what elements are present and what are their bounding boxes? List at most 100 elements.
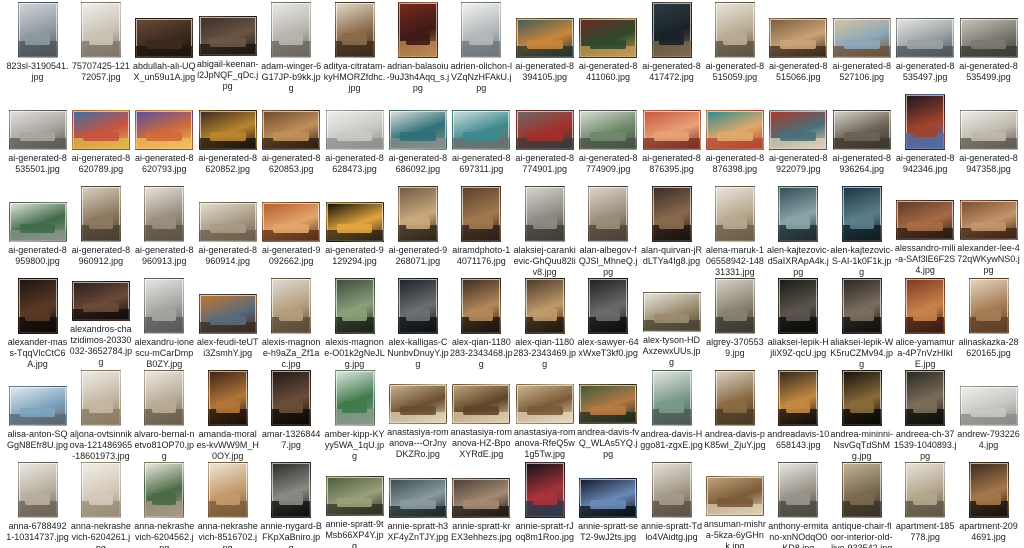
file-item[interactable]: amanda-morales-kvWW9M_H0OY.jpg	[196, 370, 259, 461]
file-item[interactable]: algrey-3705539.jpg	[703, 278, 766, 368]
file-item[interactable]: ai-generated-8620789.jpg	[69, 94, 132, 184]
file-item[interactable]: alexander-lee-472qWKywNS0.jpg	[957, 186, 1020, 276]
file-item[interactable]: 75707425-12172057.jpg	[69, 2, 132, 92]
file-item[interactable]: alex-feudi-teUTi3ZsmhY.jpg	[196, 278, 259, 368]
file-item[interactable]: annie-spratt-9tMsb66XP4Y.jpg	[323, 462, 386, 548]
file-item[interactable]: adrian-balasoiu-9uJ3h4Aqq_s.jpg	[386, 2, 449, 93]
file-item[interactable]: apartment-185778.jpg	[894, 462, 957, 548]
file-item[interactable]: alex-sawyer-64xWxeT3kf0.jpg	[577, 278, 640, 368]
file-item[interactable]: alexis-magnone-O01k2gNeJLg.jpg	[323, 278, 386, 369]
file-item[interactable]: ai-generated-8922079.jpg	[767, 94, 830, 184]
file-item[interactable]: andrea-davis-pK85wl_ZjuY.jpg	[703, 370, 766, 460]
file-item[interactable]: alan-quirvan-jRdLTYa4Ig8.jpg	[640, 186, 703, 276]
file-item[interactable]: ai-generated-8936264.jpg	[830, 94, 893, 184]
file-item[interactable]: annie-spratt-Tdlo4VAidtg.jpg	[640, 462, 703, 548]
thumbnail-furniture-shape	[532, 217, 557, 230]
file-item[interactable]: abdullah-ali-UQX_un59u1A.jpg	[133, 2, 196, 92]
file-item[interactable]: ai-generated-8535497.jpg	[894, 2, 957, 92]
file-item[interactable]: ai-generated-8527106.jpg	[830, 2, 893, 92]
file-item[interactable]: ansuman-mishra-5kza-6yGHnk.jpg	[703, 462, 766, 548]
file-item[interactable]: antique-chair-floor-interior-old-live-93…	[830, 462, 893, 548]
file-item[interactable]: alexandru-ionescu-mCarDmpB0ZY.jpg	[133, 278, 196, 369]
file-item[interactable]: alex-qian-1180283-2343469.jpg	[513, 278, 576, 369]
file-item[interactable]: ai-generated-8620853.jpg	[260, 94, 323, 184]
file-item[interactable]: ai-generated-8959800.jpg	[6, 186, 69, 276]
file-item[interactable]: ai-generated-9129294.jpg	[323, 186, 386, 276]
file-item[interactable]: alexander-mass-TqqVlcCtC6A.jpg	[6, 278, 69, 369]
file-item[interactable]: ai-generated-9092662.jpg	[260, 186, 323, 276]
file-item[interactable]: alex-tyson-HDAxzewxUUs.jpg	[640, 278, 703, 368]
file-item[interactable]: ai-generated-9268071.jpg	[386, 186, 449, 276]
thumbnail-furniture-shape	[469, 217, 494, 230]
file-item[interactable]: 823sl-3190541.jpg	[6, 2, 69, 92]
file-item[interactable]: andrea-mininni-NsvGqTdShMg.jpg	[830, 370, 893, 461]
file-item[interactable]: aliaksei-lepik-HjliX9Z-qcU.jpg	[767, 278, 830, 368]
file-item[interactable]: alen-kajtezovic-S-AI-1k0F1k.jpg	[830, 186, 893, 277]
file-item[interactable]: ai-generated-8411060.jpg	[577, 2, 640, 92]
file-item[interactable]: ai-generated-8942346.jpg	[894, 94, 957, 184]
file-item[interactable]: alvaro-bernal-netvo81OP70.jpg	[133, 370, 196, 461]
file-item[interactable]: anna-67884921-10314737.jpg	[6, 462, 69, 548]
file-item[interactable]: alan-albegov-fQJSl_MhneQ.jpg	[577, 186, 640, 277]
file-item[interactable]: ai-generated-8960913.jpg	[133, 186, 196, 276]
file-item[interactable]: ai-generated-8515066.jpg	[767, 2, 830, 92]
file-item[interactable]: airamdphoto-14071176.jpg	[450, 186, 513, 276]
file-item[interactable]: andrea-davis-Hggo81-zgxE.jpg	[640, 370, 703, 460]
file-item[interactable]: anastasiya-romanova-RfeQ5w1g5Tw.jpg	[513, 370, 576, 460]
file-item[interactable]: annie-spratt-krEX3ehhezs.jpg	[450, 462, 513, 548]
file-item[interactable]: ai-generated-8417472.jpg	[640, 2, 703, 92]
file-item[interactable]: andrew-7932264.jpg	[957, 370, 1020, 460]
file-item[interactable]: annie-spratt-h3XF4yZnTJY.jpg	[386, 462, 449, 548]
file-item[interactable]: adam-winger-6G17JP-b9kk.jpg	[260, 2, 323, 93]
file-item[interactable]: anna-nekrashevich-6204562.jpg	[133, 462, 196, 548]
file-item[interactable]: ai-generated-8960912.jpg	[69, 186, 132, 276]
file-item[interactable]: alena-maruk-106558942-14831331.jpg	[703, 186, 766, 277]
file-item[interactable]: ai-generated-8628473.jpg	[323, 94, 386, 184]
file-item[interactable]: ai-generated-8774901.jpg	[513, 94, 576, 184]
file-item[interactable]: alexandros-chatzidimos-20330032-3652784.…	[69, 278, 132, 368]
file-name-label: ai-generated-8628473.jpg	[325, 153, 384, 174]
file-item[interactable]: amar-13268447.jpg	[260, 370, 323, 460]
file-item[interactable]: andrea-davis-fvQ_WLAs5YQ.jpg	[577, 370, 640, 460]
file-item[interactable]: alen-kajtezovic-d5aIXRApA4k.jpg	[767, 186, 830, 277]
file-item[interactable]: aliaksei-lepik-WK5ruCZMv94.jpg	[830, 278, 893, 369]
thumbnail-furniture-shape	[595, 309, 621, 322]
file-item[interactable]: alessandro-mili-a-SAf3lE6F2S4.jpg	[894, 186, 957, 276]
file-item[interactable]: ai-generated-8876398.jpg	[703, 94, 766, 184]
file-item[interactable]: anna-nekrashevich-8516702.jpg	[196, 462, 259, 548]
file-item[interactable]: ai-generated-8394105.jpg	[513, 2, 576, 92]
file-item[interactable]: ai-generated-8947358.jpg	[957, 94, 1020, 184]
file-item[interactable]: andreea-ch-371539-1040893.jpg	[894, 370, 957, 461]
file-item[interactable]: ai-generated-8620793.jpg	[133, 94, 196, 184]
file-item[interactable]: anastasiya-romanova---OrJnyDKZRo.jpg	[386, 370, 449, 460]
file-item[interactable]: alexis-magnone-h9aZa_Zf1ac.jpg	[260, 278, 323, 369]
file-item[interactable]: ai-generated-8686092.jpg	[386, 94, 449, 184]
file-item[interactable]: apartment-2094691.jpg	[957, 462, 1020, 548]
file-item[interactable]: ai-generated-8774909.jpg	[577, 94, 640, 184]
file-item[interactable]: ai-generated-8515059.jpg	[703, 2, 766, 92]
file-item[interactable]: ai-generated-8697311.jpg	[450, 94, 513, 184]
file-item[interactable]: ai-generated-8876395.jpg	[640, 94, 703, 184]
file-item[interactable]: abigail-keenan-l2JpNQF_qDc.jpg	[196, 2, 259, 92]
file-item[interactable]: adrien-olichon-lVZqNzHFAkU.jpg	[450, 2, 513, 93]
file-item[interactable]: aljona-ovtsinnikova-121486965-18601973.j…	[69, 370, 132, 461]
file-item[interactable]: ai-generated-8535499.jpg	[957, 2, 1020, 92]
file-item[interactable]: annie-spratt-seT2-9wJ2ts.jpg	[577, 462, 640, 548]
file-item[interactable]: annie-nygard-BFKpXaBniro.jpg	[260, 462, 323, 548]
file-item[interactable]: andreadavis-10658143.jpg	[767, 370, 830, 460]
file-item[interactable]: ai-generated-8960914.jpg	[196, 186, 259, 276]
file-item[interactable]: alinaskazka-28620165.jpg	[957, 278, 1020, 368]
file-item[interactable]: alice-yamamura-4P7nVzHIkIE.jpg	[894, 278, 957, 369]
file-item[interactable]: amber-kipp-KYyy5WA_1qU.jpg	[323, 370, 386, 461]
file-item[interactable]: alex-kalligas-CNunbvDnuyY.jpg	[386, 278, 449, 369]
file-item[interactable]: alex-qian-1180283-2343468.jpg	[450, 278, 513, 369]
file-item[interactable]: alisa-anton-SQGgN8Efr8U.jpg	[6, 370, 69, 460]
file-item[interactable]: ai-generated-8535501.jpg	[6, 94, 69, 184]
file-item[interactable]: alaksiej-carankievic-GhQuu82liv8.jpg	[513, 186, 576, 277]
file-item[interactable]: anna-nekrashevich-6204261.jpg	[69, 462, 132, 548]
file-item[interactable]: ai-generated-8620852.jpg	[196, 94, 259, 184]
file-item[interactable]: anthony-ermitano-xnNOdqO0KD8.jpg	[767, 462, 830, 548]
file-item[interactable]: anastasiya-romanova-HZ-BpoXYRdE.jpg	[450, 370, 513, 460]
file-item[interactable]: aditya-citratam-kyHMORZfdhc.jpg	[323, 2, 386, 93]
file-item[interactable]: annie-spratt-rJoq8m1Roo.jpg	[513, 462, 576, 548]
